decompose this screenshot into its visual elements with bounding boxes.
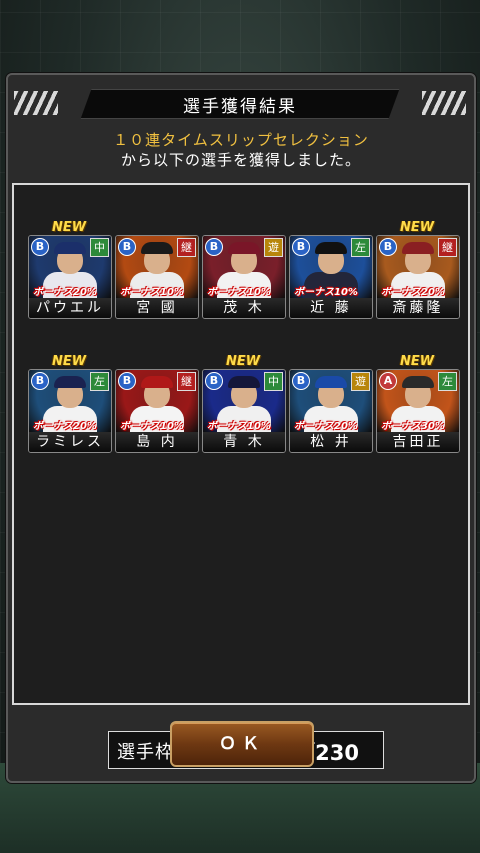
position-badge: 左 [438,372,457,391]
rank-badge: B [379,238,397,256]
player-name: 斎藤隆 [377,298,459,318]
rank-badge: B [205,238,223,256]
bonus-label: ボーナス30% [381,421,445,432]
player-card[interactable]: B 中ボーナス20% パウエル [28,235,112,319]
position-badge: 中 [90,238,109,257]
player-card[interactable]: B 継ボーナス10% 島 内 [115,369,199,453]
player-card[interactable]: B 継ボーナス10% 宮 國 [115,235,199,319]
player-name: パウエル [29,298,111,318]
result-message: から以下の選手を獲得しました。 [120,151,361,169]
bonus-label: ボーナス20% [294,421,358,432]
player-card[interactable]: B 継ボーナス20% 斎藤隆 [376,235,460,319]
player-name: 近 藤 [290,298,372,318]
position-badge: 左 [90,372,109,391]
player-name: 島 内 [116,432,198,452]
rank-badge: B [31,238,49,256]
new-badge: NEW [51,354,87,369]
player-card[interactable]: B 遊ボーナス10% 茂 木 [202,235,286,319]
bonus-label: ボーナス10% [120,287,184,298]
bonus-label: ボーナス20% [33,421,97,432]
rank-badge: B [31,372,49,390]
position-badge: 遊 [264,238,283,257]
bonus-label: ボーナス10% [294,287,358,298]
bonus-label: ボーナス10% [207,287,271,298]
player-card[interactable]: A 左ボーナス30% 吉田正 [376,369,460,453]
player-cap [402,242,434,254]
new-badge: NEW [225,354,261,369]
bonus-label: ボーナス10% [207,421,271,432]
position-badge: 左 [351,238,370,257]
new-badge: NEW [399,220,435,235]
position-badge: 継 [438,238,457,257]
player-cap [141,242,173,254]
player-cap [228,376,260,388]
player-cap [402,376,434,388]
bonus-label: ボーナス10% [120,421,184,432]
player-name: ラミレス [29,432,111,452]
player-cap [315,376,347,388]
dialog-title: 選手獲得結果 [183,97,297,117]
new-badge: NEW [399,354,435,369]
player-name: 茂 木 [203,298,285,318]
player-list-frame: B 中ボーナス20% パウエル NEW B 継ボーナス10% 宮 國 B 遊ボーナス10% 茂 木… [12,183,470,769]
player-cap [54,242,86,254]
bonus-label: ボーナス20% [33,287,97,298]
player-cap [141,376,173,388]
player-card[interactable]: B 遊ボーナス20% 松 井 [289,369,373,453]
rank-badge: B [118,238,136,256]
position-badge: 遊 [351,372,370,391]
position-badge: 継 [177,238,196,257]
rank-badge: B [118,372,136,390]
player-cap [228,242,260,254]
player-name: 青 木 [203,432,285,452]
player-card[interactable]: B 左ボーナス10% 近 藤 [289,235,373,319]
player-name: 松 井 [290,432,372,452]
new-badge: NEW [51,220,87,235]
player-card[interactable]: B 中ボーナス10% 青 木 [202,369,286,453]
rank-badge: B [205,372,223,390]
position-badge: 中 [264,372,283,391]
player-name: 宮 國 [116,298,198,318]
player-cap [315,242,347,254]
rank-badge: B [292,238,310,256]
player-cap [54,376,86,388]
rank-badge: B [292,372,310,390]
position-badge: 継 [177,372,196,391]
ok-button[interactable]: ＯＫ [170,721,314,767]
dialog-title-bar: 選手獲得結果 [14,89,466,119]
bonus-label: ボーナス20% [381,287,445,298]
result-dialog: 選手獲得結果 １０連タイムスリップセレクション から以下の選手を獲得しました。 … [6,73,476,783]
selection-name: １０連タイムスリップセレクション [113,131,369,149]
player-name: 吉田正 [377,432,459,452]
player-card[interactable]: B 左ボーナス20% ラミレス [28,369,112,453]
rank-badge: A [379,372,397,390]
